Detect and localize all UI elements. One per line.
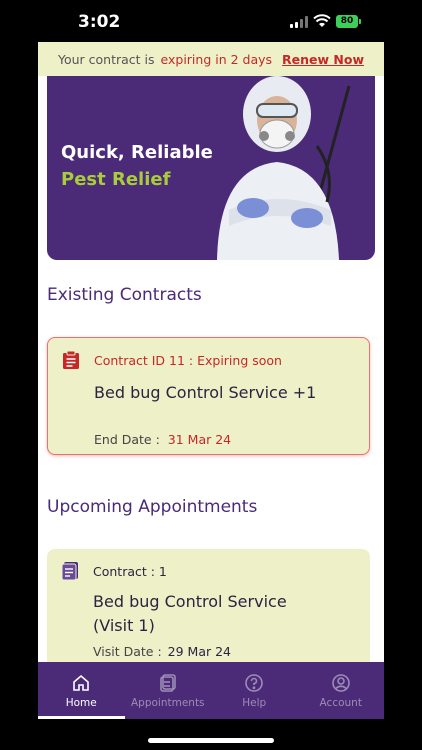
tab-help[interactable]: Help — [211, 662, 298, 719]
status-time: 3:02 — [78, 12, 121, 32]
pest-control-worker-image — [217, 76, 351, 260]
banner-warning: expiring in 2 days — [160, 51, 273, 67]
tab-help-label: Help — [242, 697, 267, 709]
status-bar: 3:02 80 — [0, 0, 422, 42]
wifi-icon — [313, 14, 331, 27]
renew-now-link[interactable]: Renew Now — [282, 52, 364, 67]
contract-id-status: Contract ID 11 : Expiring soon — [94, 353, 282, 368]
help-icon — [245, 674, 264, 692]
tab-account[interactable]: Account — [298, 662, 385, 719]
battery-cap — [359, 19, 361, 24]
contract-expiry-banner: Your contract is expiring in 2 days Rene… — [38, 42, 384, 76]
tab-appointments-label: Appointments — [130, 697, 205, 709]
tab-appointments[interactable]: Appointments — [125, 662, 212, 719]
hero-headline: Quick, Reliable — [61, 142, 213, 163]
appointment-service-name: Bed bug Control Service — [93, 592, 287, 611]
end-date-row: End Date : 31 Mar 24 — [94, 432, 231, 447]
tab-home[interactable]: Home — [38, 662, 125, 719]
clipboard-icon — [63, 350, 79, 369]
upcoming-appointments-heading: Upcoming Appointments — [47, 497, 258, 517]
battery-level: 80 — [340, 16, 354, 26]
contract-card[interactable]: Contract ID 11 : Expiring soon Bed bug C… — [47, 337, 370, 455]
battery-icon: 80 — [336, 15, 358, 28]
signal-icon — [290, 16, 310, 28]
end-date-label: End Date : — [94, 432, 160, 447]
home-indicator[interactable] — [148, 738, 274, 743]
banner-text: Your contract is — [57, 51, 155, 67]
hero-subheadline: Pest Relief — [61, 169, 171, 190]
account-icon — [331, 674, 350, 692]
end-date-value: 31 Mar 24 — [167, 432, 232, 447]
tab-account-label: Account — [319, 697, 362, 709]
existing-contracts-heading: Existing Contracts — [47, 285, 202, 305]
visit-date-label: Visit Date : — [93, 644, 162, 659]
contract-service-name: Bed bug Control Service +1 — [94, 383, 317, 402]
tab-home-label: Home — [65, 697, 97, 709]
home-icon — [73, 674, 90, 691]
bottom-tab-bar: Home Appointments Help Account — [38, 662, 384, 719]
document-icon — [61, 562, 78, 581]
visit-date-value: 29 Mar 24 — [167, 644, 231, 659]
promo-banner[interactable]: Quick, Reliable Pest Relief — [47, 76, 375, 260]
visit-date-row: Visit Date : 29 Mar 24 — [93, 644, 231, 659]
app-screen: Your contract is expiring in 2 days Rene… — [38, 42, 384, 719]
appointment-contract-id: Contract : 1 — [93, 564, 167, 579]
appointment-visit-number: (Visit 1) — [93, 616, 155, 635]
appointments-icon — [159, 674, 176, 692]
